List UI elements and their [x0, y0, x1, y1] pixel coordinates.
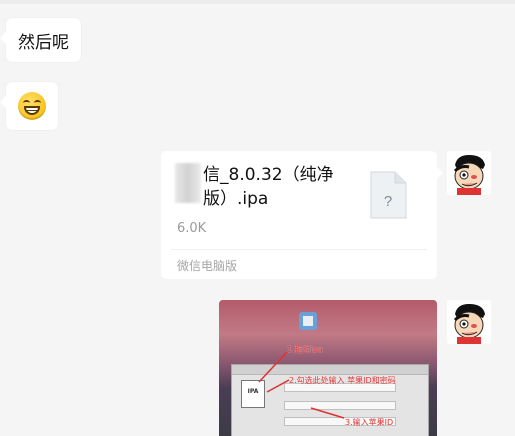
- message-emoji-bubble[interactable]: [0, 82, 58, 130]
- file-icon-glyph: ?: [384, 193, 392, 210]
- message-text-bubble[interactable]: 然后呢: [0, 18, 81, 62]
- file-name: 信_8.0.32（纯净版）.ipa: [175, 163, 357, 211]
- cartoon-avatar-icon: [447, 300, 491, 344]
- file-source-label: 微信电脑版: [177, 259, 238, 273]
- message-text: 然后呢: [18, 32, 69, 53]
- image-message[interactable]: IPA 1.拖动ipa 2.勾选此处输入 苹果ID和密码 3.输入苹果ID: [219, 300, 437, 436]
- image-label-3: 3.输入苹果ID: [345, 418, 394, 427]
- grinning-face-emoji-icon: [18, 92, 46, 120]
- avatar[interactable]: [447, 300, 491, 344]
- file-message-card[interactable]: 信_8.0.32（纯净版）.ipa 6.0K ? 微信电脑版: [161, 151, 443, 279]
- unknown-file-icon: ?: [370, 171, 407, 219]
- file-card-divider: [171, 249, 427, 250]
- image-label-1: 1.拖动ipa: [287, 345, 323, 354]
- file-name-text: 信_8.0.32（纯净版）.ipa: [203, 165, 334, 209]
- blurred-text: [175, 163, 201, 203]
- image-label-2: 2.勾选此处输入 苹果ID和密码: [289, 376, 396, 385]
- file-size: 6.0K: [177, 221, 207, 236]
- top-divider: [0, 0, 515, 4]
- avatar[interactable]: [447, 151, 491, 195]
- cartoon-avatar-icon: [447, 151, 491, 195]
- annotation-arrows: [258, 351, 345, 419]
